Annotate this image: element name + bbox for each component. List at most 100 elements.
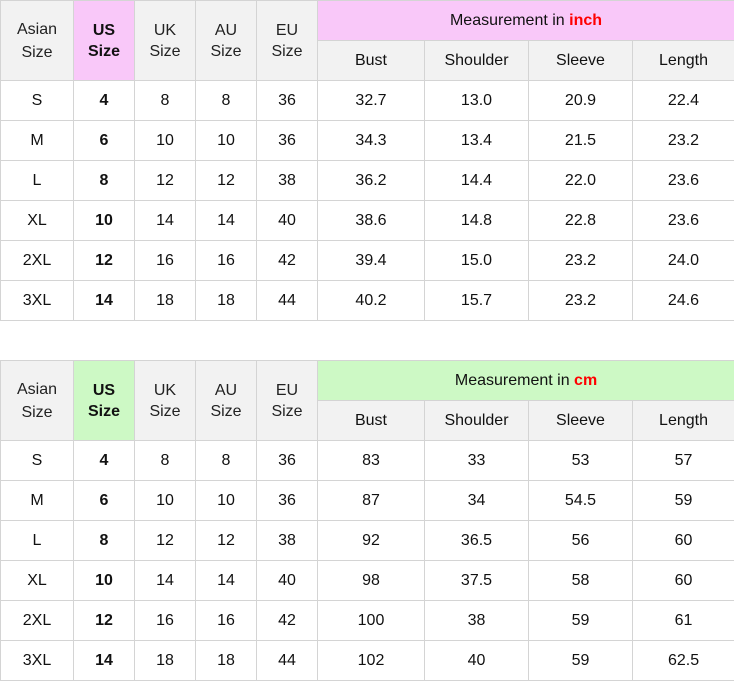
- uk-size-cell: 8: [134, 440, 196, 481]
- table-row: XL 10 14 14 40 98 37.5 58 60: [0, 560, 734, 601]
- bust-cell: 38.6: [317, 200, 425, 241]
- eu-size-header: EU Size: [256, 0, 318, 81]
- table-row: 3XL 14 18 18 44 102 40 59 62.5: [0, 640, 734, 681]
- sleeve-cell: 59: [528, 600, 633, 641]
- uk-size-cell: 16: [134, 240, 196, 281]
- asian-size-cell: 3XL: [0, 640, 74, 681]
- size-chart-inch: Asian Size US Size UK Size AU Size EU Size Me…: [0, 0, 734, 321]
- us-size-cell: 8: [73, 160, 135, 201]
- bust-cell: 98: [317, 560, 425, 601]
- table-row: M 6 10 10 36 87 34 54.5 59: [0, 480, 734, 521]
- asian-size-cell: XL: [0, 560, 74, 601]
- uk-size-header: UK Size: [134, 0, 196, 81]
- bust-cell: 100: [317, 600, 425, 641]
- uk-size-cell: 14: [134, 560, 196, 601]
- asian-size-cell: L: [0, 160, 74, 201]
- shoulder-cell: 14.4: [424, 160, 529, 201]
- au-size-cell: 10: [195, 480, 257, 521]
- au-size-cell: 12: [195, 160, 257, 201]
- table-row: M 6 10 10 36 34.3 13.4 21.5 23.2: [0, 120, 734, 161]
- shoulder-cell: 38: [424, 600, 529, 641]
- au-size-cell: 10: [195, 120, 257, 161]
- eu-size-header: EU Size: [256, 360, 318, 441]
- au-size-cell: 18: [195, 640, 257, 681]
- length-cell: 24.0: [632, 240, 734, 281]
- shoulder-cell: 36.5: [424, 520, 529, 561]
- eu-size-cell: 44: [256, 280, 318, 321]
- length-cell: 23.6: [632, 160, 734, 201]
- eu-size-cell: 40: [256, 560, 318, 601]
- uk-size-cell: 8: [134, 80, 196, 121]
- au-size-header: AU Size: [195, 360, 257, 441]
- bust-cell: 83: [317, 440, 425, 481]
- length-header: Length: [632, 40, 734, 81]
- uk-size-header: UK Size: [134, 360, 196, 441]
- au-size-cell: 14: [195, 560, 257, 601]
- asian-size-cell: S: [0, 440, 74, 481]
- length-cell: 59: [631, 480, 734, 521]
- us-size-cell: 6: [73, 120, 135, 161]
- shoulder-cell: 33: [424, 440, 529, 481]
- eu-size-cell: 42: [256, 240, 318, 281]
- length-cell: 24.6: [632, 280, 734, 321]
- eu-size-cell: 38: [256, 520, 318, 561]
- length-cell: 60: [631, 520, 734, 561]
- asian-size-header: Asian Size: [0, 0, 74, 81]
- length-cell: 23.6: [632, 200, 734, 241]
- sleeve-cell: 58: [528, 560, 633, 601]
- us-size-cell: 10: [73, 560, 135, 601]
- asian-size-cell: 2XL: [0, 240, 74, 281]
- asian-size-cell: XL: [0, 200, 74, 241]
- shoulder-cell: 40: [424, 640, 529, 681]
- eu-size-cell: 36: [256, 440, 318, 481]
- shoulder-cell: 15.7: [424, 280, 529, 321]
- bust-cell: 92: [317, 520, 425, 561]
- us-size-cell: 12: [73, 600, 135, 641]
- us-size-cell: 8: [73, 520, 135, 561]
- au-size-cell: 8: [195, 440, 257, 481]
- bust-cell: 36.2: [317, 160, 425, 201]
- asian-size-cell: S: [0, 80, 74, 121]
- au-size-header: AU Size: [195, 0, 257, 81]
- eu-size-cell: 36: [256, 480, 318, 521]
- bust-cell: 34.3: [317, 120, 425, 161]
- au-size-cell: 18: [195, 280, 257, 321]
- size-chart-cm: Asian Size US Size UK Size AU Size EU Size Me…: [0, 360, 734, 681]
- us-size-cell: 12: [73, 240, 135, 281]
- au-size-cell: 16: [195, 600, 257, 641]
- uk-size-cell: 12: [134, 160, 196, 201]
- sleeve-header: Sleeve: [528, 40, 633, 81]
- measurement-title: Measurement in inch: [317, 0, 734, 41]
- au-size-cell: 16: [195, 240, 257, 281]
- uk-size-cell: 16: [134, 600, 196, 641]
- sleeve-cell: 23.2: [528, 240, 633, 281]
- table-row: L 8 12 12 38 92 36.5 56 60: [0, 520, 734, 561]
- eu-size-cell: 42: [256, 600, 318, 641]
- us-size-header: US Size: [73, 360, 135, 441]
- eu-size-cell: 40: [256, 200, 318, 241]
- shoulder-cell: 14.8: [424, 200, 529, 241]
- unit-label: inch: [569, 11, 603, 29]
- length-cell: 57: [631, 440, 734, 481]
- us-size-cell: 10: [73, 200, 135, 241]
- au-size-cell: 8: [195, 80, 257, 121]
- asian-size-header: Asian Size: [0, 360, 74, 441]
- eu-size-cell: 38: [256, 160, 318, 201]
- us-size-cell: 4: [73, 80, 135, 121]
- length-cell: 23.2: [632, 120, 734, 161]
- bust-cell: 32.7: [317, 80, 425, 121]
- sleeve-cell: 54.5: [528, 480, 633, 521]
- sleeve-cell: 21.5: [528, 120, 633, 161]
- table-row: 2XL 12 16 16 42 100 38 59 61: [0, 600, 734, 641]
- sleeve-header: Sleeve: [528, 400, 633, 441]
- sleeve-cell: 56: [528, 520, 633, 561]
- us-size-cell: 14: [73, 640, 135, 681]
- uk-size-cell: 12: [134, 520, 196, 561]
- sleeve-cell: 20.9: [528, 80, 633, 121]
- shoulder-cell: 15.0: [424, 240, 529, 281]
- sleeve-cell: 59: [528, 640, 633, 681]
- bust-cell: 39.4: [317, 240, 425, 281]
- uk-size-cell: 10: [134, 480, 196, 521]
- uk-size-cell: 18: [134, 280, 196, 321]
- table-row: 3XL 14 18 18 44 40.2 15.7 23.2 24.6: [0, 280, 734, 321]
